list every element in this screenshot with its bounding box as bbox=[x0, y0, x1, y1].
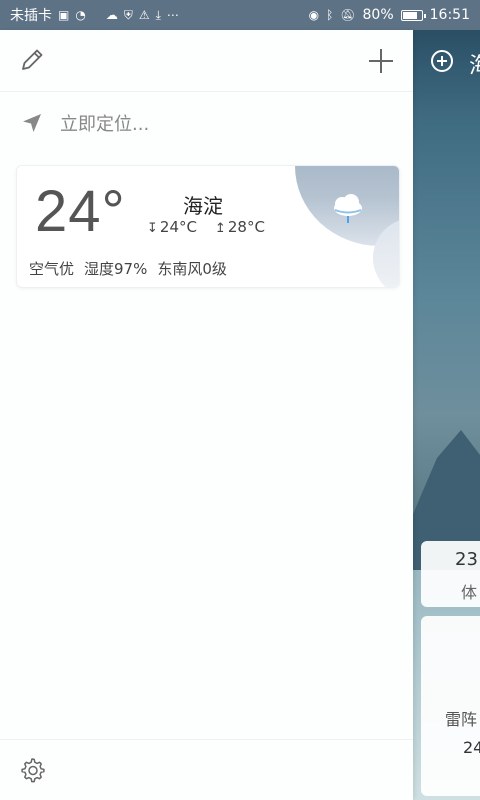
wifi-icon: ◔ bbox=[75, 8, 86, 22]
low-temp: 24°C bbox=[159, 218, 197, 236]
gear-icon[interactable] bbox=[18, 756, 46, 784]
city-card-haidian[interactable]: 24° 海淀 ↧ 24°C ↥ 28°C 空气优 湿度97% 东南风0级 bbox=[16, 165, 400, 288]
forecast-temp: 24 bbox=[463, 738, 480, 757]
current-temperature: 24° bbox=[35, 179, 126, 244]
wind: 东南风0级 bbox=[157, 260, 227, 278]
download-icon: ⤓ bbox=[155, 8, 161, 22]
detail-card-value: 23 bbox=[455, 549, 478, 570]
locate-now-label: 立即定位... bbox=[60, 114, 150, 135]
weather-meta: 空气优 湿度97% 东南风0级 bbox=[29, 258, 227, 279]
forecast-condition: 雷阵 bbox=[445, 710, 478, 729]
carrier-label: 未插卡 bbox=[10, 8, 52, 24]
location-arrow-icon bbox=[23, 114, 41, 132]
warning-icon: ⚠ bbox=[138, 8, 150, 22]
drawer-topbar bbox=[0, 30, 413, 92]
high-temp-group: ↥ 28°C bbox=[215, 218, 265, 236]
battery-fill bbox=[402, 11, 417, 19]
shield-icon: ⛨ bbox=[123, 8, 133, 22]
mute-icon: 🔕︎ bbox=[340, 8, 356, 22]
city-name: 海淀 bbox=[183, 194, 223, 218]
down-arrow-icon: ↧ bbox=[147, 221, 158, 236]
detail-card-feels-like: 23 体 bbox=[421, 541, 480, 607]
weather-detail-page[interactable]: 海 23 体 雷阵 24 bbox=[413, 30, 480, 800]
add-city-button[interactable] bbox=[366, 46, 396, 76]
detail-card-label: 体 bbox=[461, 583, 478, 602]
temperature-range: ↧ 24°C ↥ 28°C bbox=[147, 218, 265, 236]
up-arrow-icon: ↥ bbox=[214, 221, 226, 236]
eye-icon: ◉ bbox=[308, 8, 320, 22]
status-bar: 未插卡 ▣ ◔ ☁ ⛨ ⚠ ⤓ ⋯ ◉ ᛒ 🔕︎ 80% 16:51 bbox=[0, 0, 480, 30]
cloud-notification-icon: ☁ bbox=[105, 8, 118, 22]
edit-icon[interactable] bbox=[18, 46, 46, 74]
detail-card-forecast: 雷阵 24 bbox=[421, 616, 480, 796]
drawer-bottombar bbox=[0, 739, 413, 800]
add-city-icon[interactable] bbox=[431, 50, 453, 72]
sim-alert-icon: ▣ bbox=[58, 8, 70, 22]
air-quality: 空气优 bbox=[29, 260, 75, 278]
battery-icon bbox=[400, 9, 426, 21]
battery-percent: 80% bbox=[362, 7, 394, 23]
high-temp: 28°C bbox=[227, 218, 265, 236]
city-drawer: 立即定位... 24° 海淀 ↧ 24°C ↥ 28°C 空气优 湿度97% 东南风… bbox=[0, 30, 413, 800]
rain-cloud-icon bbox=[334, 194, 362, 223]
more-notifications-icon: ⋯ bbox=[166, 8, 179, 22]
locate-now-row[interactable]: 立即定位... bbox=[0, 92, 413, 154]
low-temp-group: ↧ 24°C bbox=[147, 218, 197, 236]
humidity: 湿度97% bbox=[84, 260, 148, 278]
current-city-partial: 海 bbox=[469, 48, 480, 80]
clock: 16:51 bbox=[429, 7, 470, 23]
bluetooth-icon: ᛒ bbox=[326, 8, 334, 22]
